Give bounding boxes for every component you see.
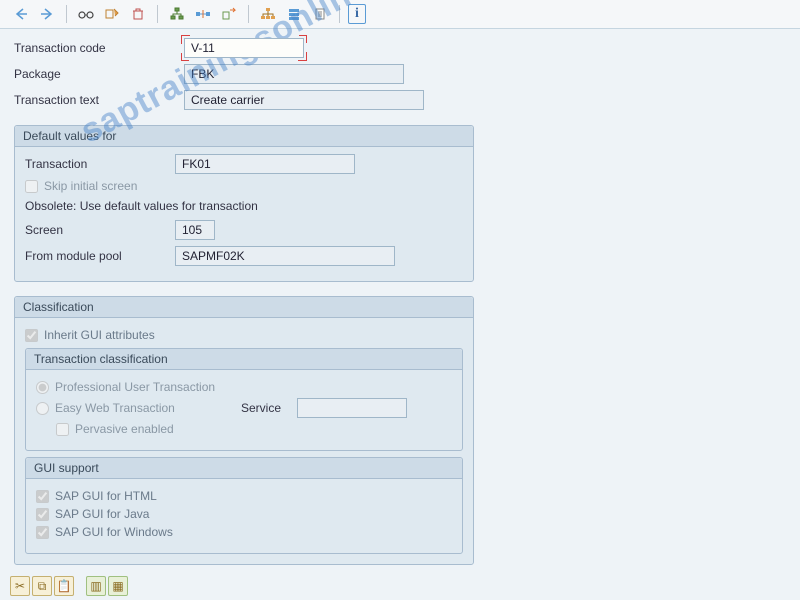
classification-group: Classification Inherit GUI attributes Tr…	[14, 296, 474, 565]
prof-user-radio	[36, 381, 49, 394]
paste-icon[interactable]: 📋	[54, 576, 74, 596]
obsolete-text: Obsolete: Use default values for transac…	[25, 199, 463, 213]
defaults-title: Default values for	[15, 126, 473, 147]
service-field	[297, 398, 407, 418]
toolbar-separator	[157, 5, 158, 23]
modpool-label: From module pool	[25, 249, 175, 263]
inherit-checkbox	[25, 329, 38, 342]
layout1-icon[interactable]: ▥	[86, 576, 106, 596]
display-change-icon[interactable]	[101, 4, 123, 24]
easy-web-radio	[36, 402, 49, 415]
back-icon[interactable]	[10, 4, 32, 24]
defaults-group: Default values for Transaction FK01 Skip…	[14, 125, 474, 282]
prof-user-label: Professional User Transaction	[55, 380, 215, 394]
delete-icon[interactable]	[127, 4, 149, 24]
cut-icon[interactable]: ✂	[10, 576, 30, 596]
copy-icon[interactable]: ⧉	[32, 576, 52, 596]
tcode-field[interactable]: V-11	[184, 38, 304, 58]
gui-html-checkbox	[36, 490, 49, 503]
info-icon[interactable]: i	[348, 4, 366, 24]
gui-java-label: SAP GUI for Java	[55, 507, 149, 521]
stack-icon[interactable]	[283, 4, 305, 24]
info-glyph: i	[355, 6, 359, 22]
gui-support-group: GUI support SAP GUI for HTML SAP GUI for…	[25, 457, 463, 554]
transaction-classification-group: Transaction classification Professional …	[25, 348, 463, 451]
gui-title: GUI support	[26, 458, 462, 479]
package-field[interactable]: FBK	[184, 64, 404, 84]
glasses-icon[interactable]	[75, 4, 97, 24]
org-icon[interactable]	[257, 4, 279, 24]
ttext-field[interactable]: Create carrier	[184, 90, 424, 110]
ttext-label: Transaction text	[14, 93, 184, 107]
easy-web-label: Easy Web Transaction	[55, 401, 235, 415]
package-label: Package	[14, 67, 184, 81]
export-icon[interactable]	[218, 4, 240, 24]
document-icon[interactable]	[309, 4, 331, 24]
gui-html-label: SAP GUI for HTML	[55, 489, 157, 503]
toolbar-separator	[248, 5, 249, 23]
skip-initial-checkbox	[25, 180, 38, 193]
pervasive-checkbox	[56, 423, 69, 436]
modpool-field[interactable]: SAPMF02K	[175, 246, 395, 266]
toolbar-separator	[66, 5, 67, 23]
toolbar-separator	[339, 5, 340, 23]
network-icon[interactable]	[192, 4, 214, 24]
transaction-label: Transaction	[25, 157, 175, 171]
screen-label: Screen	[25, 223, 175, 237]
main-content: Transaction code V-11 Package FBK Transa…	[0, 29, 800, 573]
classification-title: Classification	[15, 297, 473, 318]
screen-field[interactable]: 105	[175, 220, 215, 240]
layout2-icon[interactable]: ▦	[108, 576, 128, 596]
tcode-label: Transaction code	[14, 41, 184, 55]
service-label: Service	[241, 401, 281, 415]
gui-win-label: SAP GUI for Windows	[55, 525, 173, 539]
footer-toolbar: ✂ ⧉ 📋 ▥ ▦	[10, 576, 128, 596]
skip-initial-label: Skip initial screen	[44, 179, 137, 193]
forward-icon[interactable]	[36, 4, 58, 24]
transaction-field[interactable]: FK01	[175, 154, 355, 174]
pervasive-label: Pervasive enabled	[75, 422, 174, 436]
gui-win-checkbox	[36, 526, 49, 539]
hierarchy-icon[interactable]	[166, 4, 188, 24]
gui-java-checkbox	[36, 508, 49, 521]
inherit-label: Inherit GUI attributes	[44, 328, 155, 342]
trans-class-title: Transaction classification	[26, 349, 462, 370]
application-toolbar: i	[0, 0, 800, 29]
